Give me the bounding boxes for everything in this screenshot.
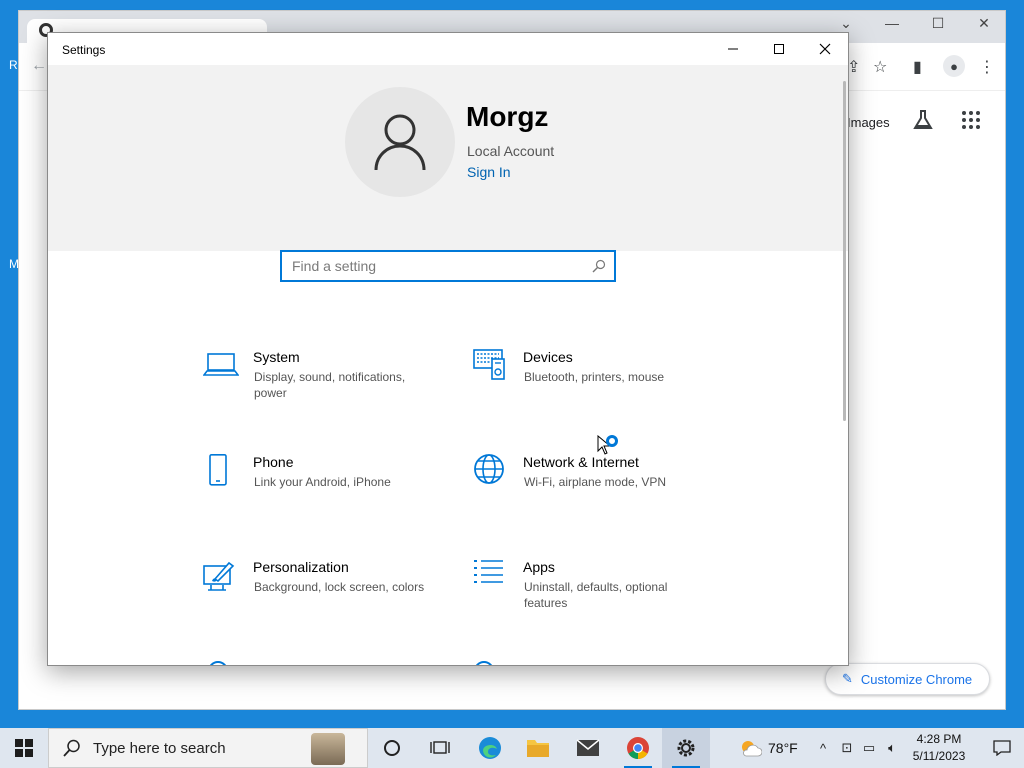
google-apps-icon[interactable] xyxy=(962,111,980,129)
customize-chrome-label: Customize Chrome xyxy=(860,671,973,687)
gear-icon xyxy=(677,739,695,757)
customize-chrome-button[interactable]: ✎ Customize Chrome xyxy=(825,663,990,695)
tile-personalization[interactable]: Personalization Background, lock screen,… xyxy=(203,559,443,619)
maximize-icon xyxy=(774,44,784,54)
cortana-button[interactable] xyxy=(368,728,416,768)
file-explorer-button[interactable] xyxy=(514,728,562,768)
tile-title: Personalization xyxy=(253,559,349,575)
search-input[interactable] xyxy=(282,252,572,280)
system-clock[interactable]: 4:28 PM 5/11/2023 xyxy=(904,731,974,765)
tile-title: Phone xyxy=(253,454,294,470)
edge-icon xyxy=(479,737,501,759)
notification-icon xyxy=(993,740,1011,756)
tile-description: Uninstall, defaults, optional features xyxy=(524,580,668,610)
globe-icon xyxy=(474,454,504,484)
paintbrush-icon xyxy=(203,561,235,591)
find-setting-search[interactable] xyxy=(280,250,616,282)
next-tile-icon[interactable] xyxy=(474,661,494,665)
images-link[interactable]: Images xyxy=(847,115,890,130)
bookmark-star-icon[interactable]: ☆ xyxy=(873,57,887,77)
title-bar: Settings xyxy=(48,33,848,65)
minimize-icon xyxy=(728,48,738,50)
chevron-up-icon[interactable]: ^ xyxy=(814,728,832,768)
close-button[interactable] xyxy=(802,33,848,65)
back-arrow-icon[interactable]: ← xyxy=(31,57,47,75)
devices-icon xyxy=(473,349,505,380)
account-header: Morgz Local Account Sign In xyxy=(48,65,848,251)
pencil-icon: ✎ xyxy=(842,671,853,686)
laptop-icon xyxy=(203,353,239,376)
chrome-taskbar-button[interactable] xyxy=(614,728,662,768)
share-icon[interactable]: ⇪ xyxy=(847,57,860,77)
apps-list-icon xyxy=(474,560,503,583)
side-panel-icon[interactable]: ▮ xyxy=(913,57,922,77)
mail-button[interactable] xyxy=(564,728,612,768)
desktop-icon-label[interactable]: R xyxy=(9,58,18,72)
tile-title: System xyxy=(253,349,300,365)
clock-date: 5/11/2023 xyxy=(912,749,966,763)
minimize-button[interactable] xyxy=(710,33,756,65)
tile-system[interactable]: System Display, sound, notifications, po… xyxy=(203,349,443,409)
account-type: Local Account xyxy=(467,143,555,159)
tile-title: Devices xyxy=(523,349,573,365)
tile-apps[interactable]: Apps Uninstall, defaults, optional featu… xyxy=(473,559,713,619)
task-view-button[interactable] xyxy=(416,728,464,768)
notifications-button[interactable] xyxy=(980,728,1024,768)
weather-temperature: 78°F xyxy=(768,740,798,756)
chrome-icon xyxy=(627,737,649,759)
weather-partly-sunny-icon xyxy=(742,741,762,757)
search-icon xyxy=(63,739,80,757)
tile-description: Bluetooth, printers, mouse xyxy=(524,370,665,384)
search-icon xyxy=(592,259,606,273)
phone-icon xyxy=(209,454,227,486)
busy-cursor-icon xyxy=(597,435,618,455)
more-menu-icon[interactable]: ⋮ xyxy=(979,57,995,77)
start-button[interactable] xyxy=(0,728,48,768)
mail-icon xyxy=(576,739,600,756)
volume-muted-icon[interactable]: 🔈︎ xyxy=(882,728,902,768)
minimize-icon[interactable]: — xyxy=(869,15,915,31)
tile-description: Link your Android, iPhone xyxy=(254,475,391,489)
tile-network-internet[interactable]: Network & Internet Wi-Fi, airplane mode,… xyxy=(473,454,713,514)
next-tile-icon[interactable] xyxy=(208,661,228,665)
cortana-icon xyxy=(384,740,400,756)
settings-taskbar-button[interactable] xyxy=(662,728,710,768)
tile-description: Wi-Fi, airplane mode, VPN xyxy=(524,475,667,489)
tile-description: Background, lock screen, colors xyxy=(254,580,425,594)
windows-logo-icon xyxy=(15,739,33,757)
tile-devices[interactable]: Devices Bluetooth, printers, mouse xyxy=(473,349,713,409)
clock-time: 4:28 PM xyxy=(916,732,962,746)
weather-widget[interactable]: 78°F xyxy=(738,728,798,768)
profile-avatar-icon[interactable]: ● xyxy=(943,55,965,77)
window-title: Settings xyxy=(62,43,106,57)
edge-taskbar-button[interactable] xyxy=(466,728,514,768)
maximize-icon[interactable]: ☐ xyxy=(915,15,961,32)
task-view-icon xyxy=(430,741,450,754)
user-icon xyxy=(374,114,426,171)
avatar[interactable] xyxy=(345,87,455,197)
network-icon[interactable]: ⊡ xyxy=(838,728,856,768)
taskbar-search[interactable]: Type here to search xyxy=(48,728,368,768)
taskbar-search-placeholder: Type here to search xyxy=(93,739,226,757)
maximize-button[interactable] xyxy=(756,33,802,65)
labs-flask-icon[interactable] xyxy=(912,109,934,137)
taskbar: Type here to search 78°F ^ ⊡ ▭ 🔈︎ 4:28 P… xyxy=(0,728,1024,768)
close-icon xyxy=(819,43,831,55)
settings-window: Settings Morgz Local Account Sign In Fin… xyxy=(47,32,849,666)
monitor-icon[interactable]: ▭ xyxy=(860,728,878,768)
sign-in-link[interactable]: Sign In xyxy=(467,164,511,180)
close-icon[interactable]: ✕ xyxy=(961,15,1007,32)
folder-icon xyxy=(527,740,549,757)
user-name: Morgz xyxy=(466,101,549,132)
tile-title: Apps xyxy=(523,559,555,575)
chevron-down-icon[interactable]: ⌄ xyxy=(823,15,869,32)
tile-description: Display, sound, notifications, power xyxy=(254,370,406,400)
scrollbar[interactable] xyxy=(843,81,846,421)
tile-phone[interactable]: Phone Link your Android, iPhone xyxy=(203,454,443,514)
search-highlight-icon xyxy=(311,733,345,765)
